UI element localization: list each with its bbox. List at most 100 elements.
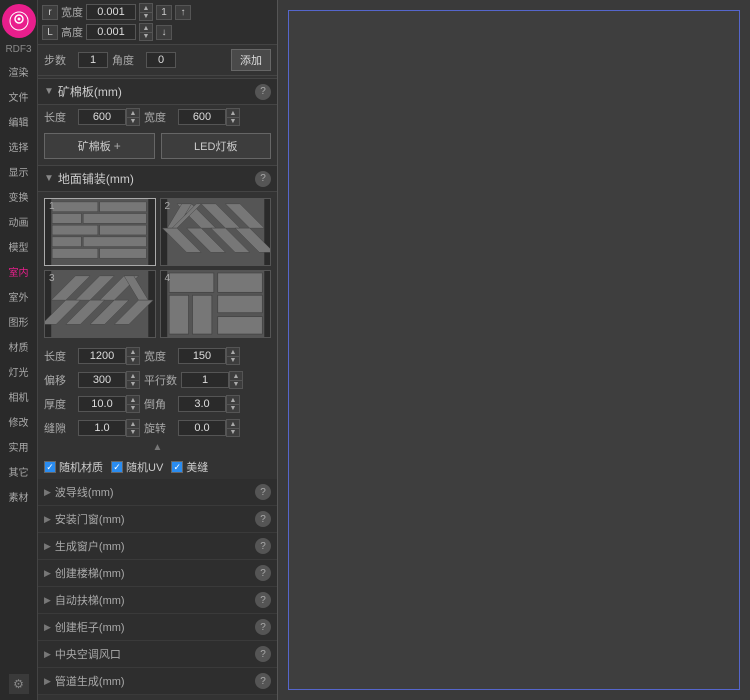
cabinet-help-btn[interactable]: ? bbox=[255, 619, 271, 635]
toolbar-1-btn[interactable]: 1 bbox=[156, 5, 172, 20]
floor-offset-up[interactable]: ▲ bbox=[126, 371, 140, 380]
ac-section[interactable]: ▶ 中央空调风口 ? bbox=[38, 641, 277, 668]
floor-thickness-up[interactable]: ▲ bbox=[126, 395, 140, 404]
toolbar-l-btn[interactable]: L bbox=[42, 25, 58, 40]
sidebar-item-other[interactable]: 其它 bbox=[0, 459, 37, 484]
height-up-btn[interactable]: ▲ bbox=[139, 23, 153, 32]
tile-pattern-2[interactable]: 2 bbox=[160, 198, 272, 266]
beauty-seam-checkbox[interactable]: ✓ bbox=[171, 461, 183, 473]
floor-chamfer-input[interactable] bbox=[178, 396, 226, 412]
mineral-help-btn[interactable]: ? bbox=[255, 84, 271, 100]
floor-seam-down[interactable]: ▼ bbox=[126, 428, 140, 437]
sidebar-item-light[interactable]: 灯光 bbox=[0, 359, 37, 384]
floor-rotation-input[interactable] bbox=[178, 420, 226, 436]
floor-length-up[interactable]: ▲ bbox=[126, 347, 140, 356]
floor-thickness-down[interactable]: ▼ bbox=[126, 404, 140, 413]
door-window-help-btn[interactable]: ? bbox=[255, 511, 271, 527]
collapse-indicator[interactable]: ▲ bbox=[38, 440, 277, 455]
stairs-section[interactable]: ▶ 创建楼梯(mm) ? bbox=[38, 560, 277, 587]
floor-length-input[interactable] bbox=[78, 348, 126, 364]
settings-button[interactable]: ⚙ bbox=[9, 674, 29, 694]
floor-width-down[interactable]: ▼ bbox=[226, 356, 240, 365]
sidebar-item-practical[interactable]: 实用 bbox=[0, 434, 37, 459]
width-input[interactable] bbox=[86, 4, 136, 20]
mineral-width-input[interactable] bbox=[178, 109, 226, 125]
window-gen-help-btn[interactable]: ? bbox=[255, 538, 271, 554]
escalator-section[interactable]: ▶ 自动扶梯(mm) ? bbox=[38, 587, 277, 614]
width-down-btn[interactable]: ▼ bbox=[139, 12, 153, 21]
floor-length-down[interactable]: ▼ bbox=[126, 356, 140, 365]
sidebar-item-modify[interactable]: 修改 bbox=[0, 409, 37, 434]
ac-help-btn[interactable]: ? bbox=[255, 646, 271, 662]
wave-section[interactable]: ▶ 波导线(mm) ? bbox=[38, 479, 277, 506]
window-gen-section[interactable]: ▶ 生成窗户(mm) ? bbox=[38, 533, 277, 560]
sidebar-item-file[interactable]: 文件 bbox=[0, 84, 37, 109]
toolbar-up-btn[interactable]: ↑ bbox=[175, 5, 191, 20]
mineral-wool-header[interactable]: ▼ 矿棉板(mm) ? bbox=[38, 78, 277, 105]
floor-header[interactable]: ▼ 地面铺装(mm) ? bbox=[38, 165, 277, 192]
sidebar-item-edit[interactable]: 编辑 bbox=[0, 109, 37, 134]
cabinet-section[interactable]: ▶ 创建柜子(mm) ? bbox=[38, 614, 277, 641]
steps-input[interactable] bbox=[78, 52, 108, 68]
random-uv-cb[interactable]: ✓ 随机UV bbox=[111, 459, 163, 475]
stairs-help-btn[interactable]: ? bbox=[255, 565, 271, 581]
floor-offset-input[interactable] bbox=[78, 372, 126, 388]
viewport-canvas[interactable] bbox=[288, 10, 740, 690]
door-window-section[interactable]: ▶ 安装门窗(mm) ? bbox=[38, 506, 277, 533]
mineral-length-down[interactable]: ▼ bbox=[126, 117, 140, 126]
mineral-wool-btn[interactable]: 矿棉板 + bbox=[44, 133, 155, 159]
random-material-checkbox[interactable]: ✓ bbox=[44, 461, 56, 473]
floor-parallel-input[interactable] bbox=[181, 372, 229, 388]
sidebar-item-select[interactable]: 选择 bbox=[0, 134, 37, 159]
mineral-width-down[interactable]: ▼ bbox=[226, 117, 240, 126]
mineral-width-up[interactable]: ▲ bbox=[226, 108, 240, 117]
floor-chamfer-down[interactable]: ▼ bbox=[226, 404, 240, 413]
sidebar-item-material2[interactable]: 素材 bbox=[0, 484, 37, 509]
beauty-seam-cb[interactable]: ✓ 美缝 bbox=[171, 459, 208, 475]
sidebar-item-exterior[interactable]: 室外 bbox=[0, 284, 37, 309]
panel-content: ▼ 矿棉板(mm) ? 长度 ▲ ▼ 宽度 ▲ ▼ bbox=[38, 76, 277, 700]
floor-parallel-up[interactable]: ▲ bbox=[229, 371, 243, 380]
floor-seam-up[interactable]: ▲ bbox=[126, 419, 140, 428]
sidebar-item-shape[interactable]: 图形 bbox=[0, 309, 37, 334]
sidebar-item-animate[interactable]: 动画 bbox=[0, 209, 37, 234]
floor-rotation-down[interactable]: ▼ bbox=[226, 428, 240, 437]
toolbar-arrow-btn[interactable]: ↓ bbox=[156, 25, 172, 40]
sidebar-item-render[interactable]: 渲染 bbox=[0, 59, 37, 84]
floor-chamfer-up[interactable]: ▲ bbox=[226, 395, 240, 404]
floor-help-btn[interactable]: ? bbox=[255, 171, 271, 187]
tile-pattern-3[interactable]: 3 bbox=[44, 270, 156, 338]
toolbar-r-btn[interactable]: r bbox=[42, 5, 58, 20]
logo-button[interactable] bbox=[2, 4, 36, 38]
angle-input[interactable] bbox=[146, 52, 176, 68]
tile-pattern-1[interactable]: 1 bbox=[44, 198, 156, 266]
random-uv-checkbox[interactable]: ✓ bbox=[111, 461, 123, 473]
height-input[interactable] bbox=[86, 24, 136, 40]
sidebar-item-transform[interactable]: 变换 bbox=[0, 184, 37, 209]
tile-pattern-4[interactable]: 4 bbox=[160, 270, 272, 338]
led-panel-btn[interactable]: LED灯板 bbox=[161, 133, 272, 159]
width-up-btn[interactable]: ▲ bbox=[139, 3, 153, 12]
toolbar: r 宽度 ▲ ▼ 1 ↑ L 高度 ▲ ▼ ↓ bbox=[38, 0, 277, 45]
sidebar-item-display[interactable]: 显示 bbox=[0, 159, 37, 184]
sidebar-item-material[interactable]: 材质 bbox=[0, 334, 37, 359]
floor-rotation-up[interactable]: ▲ bbox=[226, 419, 240, 428]
random-material-cb[interactable]: ✓ 随机材质 bbox=[44, 459, 103, 475]
floor-seam-input[interactable] bbox=[78, 420, 126, 436]
floor-parallel-down[interactable]: ▼ bbox=[229, 380, 243, 389]
wave-help-btn[interactable]: ? bbox=[255, 484, 271, 500]
pipe-help-btn[interactable]: ? bbox=[255, 673, 271, 689]
add-button[interactable]: 添加 bbox=[231, 49, 271, 71]
floor-width-input[interactable] bbox=[178, 348, 226, 364]
sidebar-item-model[interactable]: 模型 bbox=[0, 234, 37, 259]
floor-thickness-input[interactable] bbox=[78, 396, 126, 412]
pipe-section[interactable]: ▶ 管道生成(mm) ? bbox=[38, 668, 277, 695]
sidebar-item-camera[interactable]: 相机 bbox=[0, 384, 37, 409]
mineral-length-input[interactable] bbox=[78, 109, 126, 125]
height-down-btn[interactable]: ▼ bbox=[139, 32, 153, 41]
mineral-length-up[interactable]: ▲ bbox=[126, 108, 140, 117]
sidebar-item-interior[interactable]: 室内 bbox=[0, 259, 37, 284]
escalator-help-btn[interactable]: ? bbox=[255, 592, 271, 608]
floor-offset-down[interactable]: ▼ bbox=[126, 380, 140, 389]
floor-width-up[interactable]: ▲ bbox=[226, 347, 240, 356]
